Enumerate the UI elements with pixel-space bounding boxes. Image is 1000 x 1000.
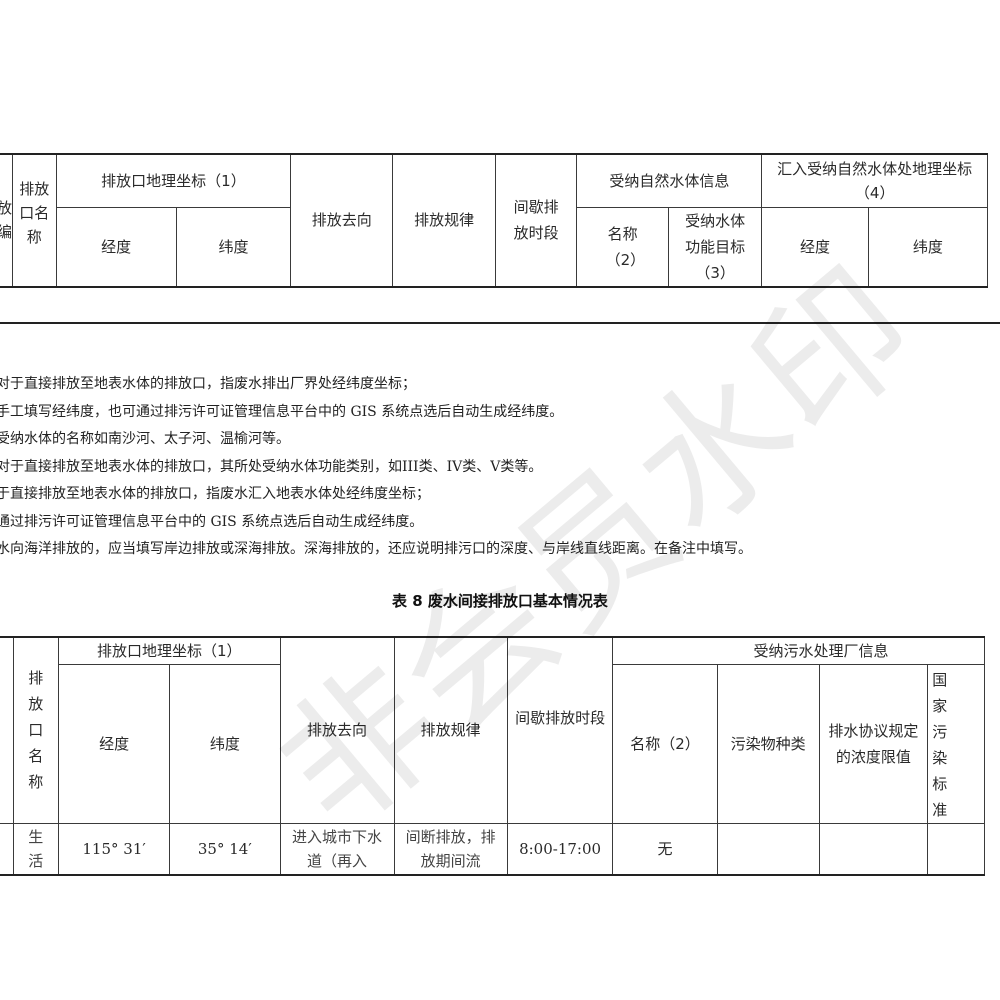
destination-header: 排放去向: [279, 636, 395, 824]
note-item: 对于直接排放至地表水体的排放口，其所处受纳水体功能类别，如III类、IV类、V类…: [0, 458, 543, 475]
table8: 排放口名称 排放口地理坐标（1） 排放去向 排放规律 间歇排放时段 受纳污水处理…: [0, 636, 985, 876]
intermittent-period-header: 间歇排放时段: [495, 153, 578, 288]
longitude-header: 经度: [57, 663, 171, 824]
latitude-cell: 35° 14′: [169, 822, 281, 876]
note-item: 受纳水体的名称如南沙河、太子河、温榆河等。: [0, 431, 290, 447]
plant-group-header: 受纳污水处理厂信息: [612, 636, 985, 665]
latitude-header: 纬度: [169, 663, 281, 824]
destination-header: 排放去向: [290, 153, 394, 288]
outlet-name-header: 排放口名称: [12, 153, 57, 288]
receiving-water-group-header: 受纳自然水体信息: [576, 153, 763, 208]
longitude-cell: 115° 31′: [57, 822, 171, 876]
inflow-coords-group-header: 汇入受纳自然水体处地理坐标（4）: [761, 153, 988, 208]
pollutant-type-header: 污染物种类: [716, 663, 820, 824]
coords-group-header: 排放口地理坐标（1）: [58, 636, 281, 665]
coords-group-header: 排放口地理坐标（1）: [55, 153, 292, 208]
receiving-function-header: 受纳水体功能目标（3）: [667, 206, 763, 288]
notes-list: 对于直接排放至地表水体的排放口，指废水排出厂界处经纬度坐标； 手工填写经纬度，也…: [0, 371, 1000, 564]
intermittent-period-cell: 8:00-17:00: [506, 822, 614, 876]
note-item: 手工填写经纬度，也可通过排污许可证管理信息平台中的 GIS 系统点选后自动生成经…: [0, 403, 564, 420]
national-standard-cell: [927, 822, 985, 876]
table8-caption: 表 8 废水间接排放口基本情况表: [392, 592, 608, 610]
note-item: 于直接排放至地表水体的排放口，指废水汇入地表水体处经纬度坐标；: [0, 486, 430, 502]
outlet-name-header: 排放口名称: [12, 636, 60, 824]
outlet-name-cell: 生活: [12, 822, 60, 876]
note-item: 通过排污许可证管理信息平台中的 GIS 系统点选后自动生成经纬度。: [0, 513, 424, 530]
table-row: 生活 115° 31′ 35° 14′ 进入城市下水道（再入 间断排放，排放期间…: [0, 822, 985, 876]
receiving-name-header: 名称（2）: [576, 206, 669, 288]
plant-name-header: 名称（2）: [612, 663, 718, 824]
intermittent-period-header: 间歇排放时段: [506, 636, 614, 824]
inflow-latitude-header: 纬度: [867, 206, 989, 288]
agreement-limit-header: 排水协议规定的浓度限值: [818, 663, 929, 824]
pattern-header: 排放规律: [393, 636, 508, 824]
pattern-cell: 间断排放，排放期间流: [393, 822, 508, 876]
inflow-longitude-header: 经度: [761, 206, 869, 288]
plant-name-cell: 无: [612, 822, 718, 876]
note-item: 对于直接排放至地表水体的排放口，指废水排出厂界处经纬度坐标；: [0, 376, 416, 392]
pollutant-type-cell: [716, 822, 820, 876]
outlet-number-header: 放编: [0, 153, 13, 288]
latitude-header: 纬度: [175, 206, 292, 288]
agreement-limit-cell: [818, 822, 929, 876]
pattern-header: 排放规律: [392, 153, 497, 288]
section-rule: [0, 322, 1000, 324]
outlet-number-header: [0, 636, 14, 824]
longitude-header: 经度: [55, 206, 177, 288]
national-standard-header: 国家污染标准: [927, 663, 985, 824]
destination-cell: 进入城市下水道（再入: [279, 822, 395, 876]
table7-header: 放编 排放口名称 排放口地理坐标（1） 排放去向 排放规律 间歇排放时段 受纳自…: [0, 153, 989, 288]
note-item: 水向海洋排放的，应当填写岸边排放或深海排放。深海排放的，还应说明排污口的深度、与…: [0, 541, 752, 557]
outlet-number-cell: [0, 822, 14, 876]
